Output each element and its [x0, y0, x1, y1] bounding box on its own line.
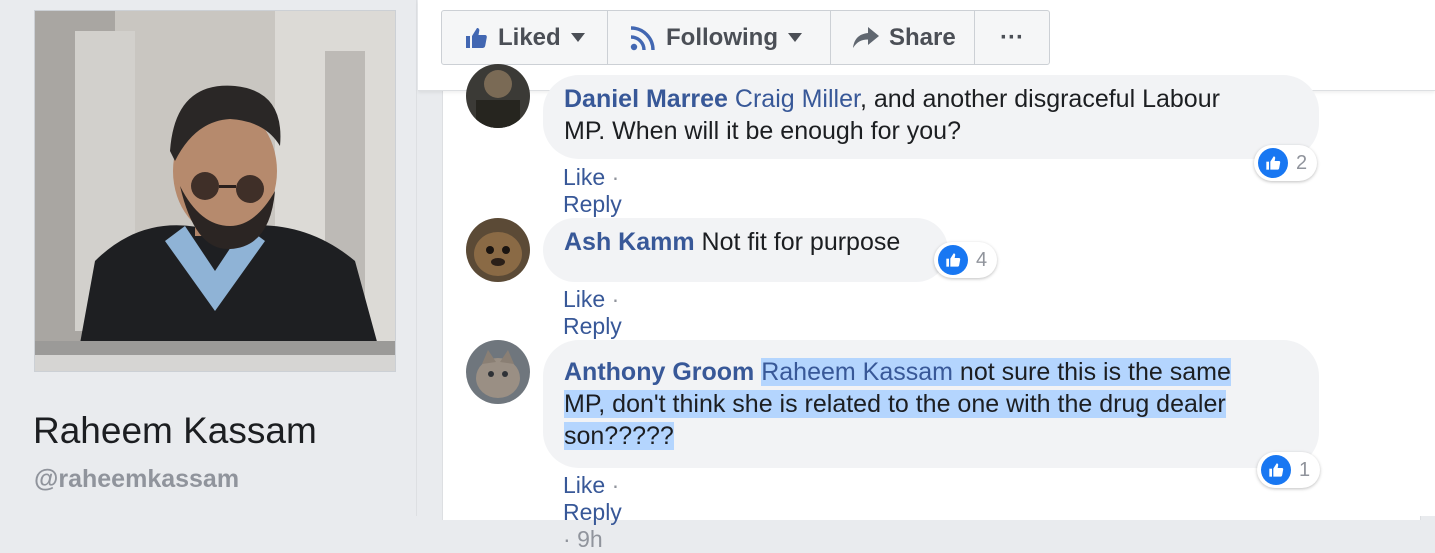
caret-down-icon	[787, 32, 802, 43]
reaction-number: 4	[976, 248, 988, 271]
comment-text: not sure this is the same	[952, 358, 1231, 386]
liked-label: Liked	[498, 23, 561, 51]
reply-link[interactable]: Reply	[563, 191, 622, 217]
caret-down-icon	[570, 32, 585, 43]
avatar[interactable]	[466, 340, 530, 404]
comment-text: MP. When will it be enough for you?	[564, 117, 961, 145]
action-button-group: Liked Following Share ···	[441, 10, 1050, 65]
comment-author[interactable]: Daniel Marree	[564, 85, 728, 113]
reaction-number: 1	[1299, 458, 1311, 481]
comment-text: son?????	[564, 422, 674, 450]
comment-mention[interactable]: Craig Miller	[735, 85, 860, 113]
column-divider	[416, 0, 417, 516]
like-reaction-icon	[1261, 455, 1291, 485]
like-link[interactable]: Like	[563, 164, 605, 190]
rss-icon	[630, 25, 656, 51]
profile-photo[interactable]	[34, 10, 396, 372]
comment-time[interactable]: 9h	[577, 526, 603, 552]
comment-author[interactable]: Ash Kamm	[564, 228, 695, 256]
share-button[interactable]: Share	[831, 11, 975, 64]
liked-button[interactable]: Liked	[442, 11, 608, 64]
comment-bubble: Ash Kamm Not fit for purpose	[543, 218, 948, 282]
comment-meta: Like · Reply · 9h	[563, 472, 622, 552]
share-arrow-icon	[853, 26, 879, 49]
reaction-count[interactable]: 1	[1257, 452, 1321, 488]
avatar[interactable]	[466, 218, 530, 282]
profile-column: Raheem Kassam @raheemkassam	[0, 0, 416, 516]
like-reaction-icon	[1258, 148, 1288, 178]
avatar[interactable]	[466, 64, 530, 128]
profile-handle[interactable]: @raheemkassam	[34, 465, 239, 494]
profile-name[interactable]: Raheem Kassam	[33, 410, 317, 452]
comment-bubble: Anthony Groom Raheem Kassam not sure thi…	[543, 340, 1319, 468]
comment-author[interactable]: Anthony Groom	[564, 358, 754, 386]
reaction-count[interactable]: 4	[934, 242, 998, 278]
thumbs-up-icon	[464, 26, 488, 50]
following-label: Following	[666, 23, 778, 51]
more-options-button[interactable]: ···	[975, 11, 1049, 64]
comment-mention[interactable]: Raheem Kassam	[761, 358, 953, 386]
comment-bubble: Daniel Marree Craig Miller, and another …	[543, 75, 1319, 159]
reply-link[interactable]: Reply	[563, 313, 622, 339]
following-button[interactable]: Following	[608, 11, 831, 64]
reaction-number: 2	[1296, 151, 1308, 174]
reaction-count[interactable]: 2	[1254, 145, 1318, 181]
more-dots-icon: ···	[1000, 23, 1024, 51]
reply-link[interactable]: Reply	[563, 499, 622, 525]
like-reaction-icon	[938, 245, 968, 275]
share-label: Share	[889, 23, 956, 51]
comment-text: Not fit for purpose	[701, 228, 901, 256]
like-link[interactable]: Like	[563, 286, 605, 312]
comment-text: , and another disgraceful Labour	[859, 85, 1220, 113]
like-link[interactable]: Like	[563, 472, 605, 498]
comment-text: MP, don't think she is related to the on…	[564, 390, 1226, 418]
panel-edge	[1419, 90, 1435, 516]
